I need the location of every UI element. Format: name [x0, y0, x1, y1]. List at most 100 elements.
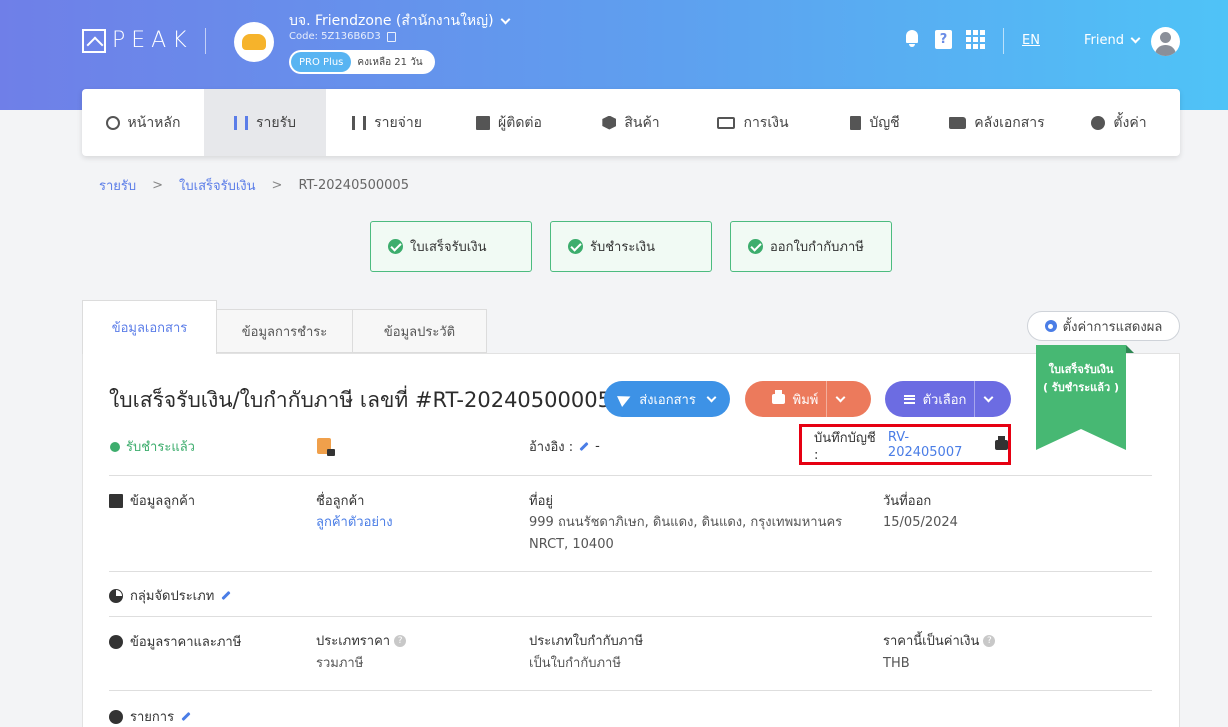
items-section-heading: รายการ: [109, 706, 191, 727]
user-menu[interactable]: Friend: [1084, 33, 1141, 48]
send-document-button[interactable]: ส่งเอกสาร: [604, 381, 730, 417]
nav-item-expense[interactable]: รายจ่าย: [326, 89, 448, 156]
divider: [109, 571, 1152, 572]
lock-icon[interactable]: [317, 438, 335, 456]
chevron-down-icon: [1130, 33, 1141, 44]
user-name: Friend: [1084, 33, 1124, 48]
items-heading: รายการ: [130, 710, 175, 725]
help-icon[interactable]: ?: [394, 634, 407, 647]
apps-grid-icon[interactable]: [966, 30, 985, 49]
nav-item-contacts[interactable]: ผู้ติดต่อ: [448, 89, 570, 156]
nav-item-documents[interactable]: คลังเอกสาร: [936, 89, 1058, 156]
company-selector[interactable]: บจ. Friendzone (สำนักงานใหญ่): [289, 10, 510, 32]
breadcrumb-separator: >: [152, 178, 164, 193]
nav-item-income[interactable]: รายรับ: [204, 89, 326, 156]
nav-label: ผู้ติดต่อ: [498, 114, 542, 131]
options-dropdown[interactable]: [974, 381, 994, 417]
customer-name-label: ชื่อลูกค้า: [316, 494, 365, 509]
record-link[interactable]: RV-202405007: [888, 430, 983, 460]
print-button[interactable]: พิมพ์: [745, 381, 871, 417]
divider: [109, 475, 1152, 476]
folder-icon: [949, 116, 967, 129]
nav-item-dashboard[interactable]: หน้าหลัก: [82, 89, 204, 156]
step-receipt[interactable]: ใบเสร็จรับเงิน: [370, 221, 532, 272]
tax-invoice-label: ประเภทใบกำกับภาษี: [529, 634, 644, 649]
breadcrumb-receipts[interactable]: ใบเสร็จรับเงิน: [179, 175, 256, 196]
print-icon[interactable]: [995, 435, 1008, 450]
print-label: พิมพ์: [792, 392, 819, 408]
plan-pill[interactable]: PRO Plus คงเหลือ 21 วัน: [289, 50, 435, 74]
print-dropdown[interactable]: [826, 381, 846, 417]
peak-logo[interactable]: PEAK: [82, 28, 193, 53]
print-icon: [771, 390, 785, 404]
building-icon: [109, 493, 123, 508]
tab-payment-info[interactable]: ข้อมูลการชำระ: [216, 309, 353, 353]
bell-icon[interactable]: [904, 30, 920, 48]
company-code-text: Code: 5Z136B6D3: [289, 31, 381, 42]
menu-icon: [903, 394, 915, 404]
options-button[interactable]: ตัวเลือก: [885, 381, 1011, 417]
income-icon: [234, 115, 248, 130]
page-title: ใบเสร็จรับเงิน/ใบกำกับภาษี เลขที่ #RT-20…: [109, 388, 611, 412]
plan-remaining: คงเหลือ 21 วัน: [357, 56, 423, 68]
check-circle-icon: [568, 239, 583, 254]
edit-pencil-icon[interactable]: [221, 590, 231, 601]
check-circle-icon: [388, 239, 403, 254]
book-icon: [850, 115, 862, 130]
edit-pencil-icon[interactable]: [579, 441, 589, 452]
address-line2: NRCT, 10400: [529, 537, 614, 552]
nav-item-settings[interactable]: ตั้งค่า: [1058, 89, 1180, 156]
language-switch[interactable]: EN: [1022, 33, 1040, 48]
address-line1: 999 ถนนรัชดาภิเษก, ดินแดง, ดินแดง, กรุงเ…: [529, 515, 843, 530]
step-payment[interactable]: รับชำระเงิน: [550, 221, 712, 272]
step-tax-invoice[interactable]: ออกใบกำกับภาษี: [730, 221, 892, 272]
edit-pencil-icon[interactable]: [181, 711, 191, 722]
issue-date-value: 15/05/2024: [883, 515, 958, 530]
record-label: บันทึกบัญชี :: [814, 430, 876, 463]
breadcrumb-current: RT-20240500005: [298, 178, 409, 193]
check-circle-icon: [748, 239, 763, 254]
list-icon: [109, 709, 123, 724]
product-icon: [602, 115, 617, 130]
group-section-heading: กลุ่มจัดประเภท: [109, 585, 231, 606]
avatar[interactable]: [1151, 27, 1180, 56]
chevron-down-icon: [983, 392, 994, 402]
chevron-down-icon: [706, 392, 717, 402]
price-heading: ข้อมูลราคาและภาษี: [130, 635, 242, 650]
customer-name-link[interactable]: ลูกค้าตัวอย่าง: [316, 512, 393, 534]
header-divider: [205, 28, 206, 54]
company-logo[interactable]: [234, 22, 274, 62]
currency-label-text: ราคานี้เป็นค่าเงิน: [883, 634, 980, 649]
copy-icon[interactable]: [386, 31, 396, 42]
help-icon[interactable]: ?: [983, 634, 996, 647]
currency-value: THB: [883, 656, 910, 671]
display-settings-button[interactable]: ตั้งค่าการแสดงผล: [1027, 311, 1180, 341]
options-label: ตัวเลือก: [922, 392, 967, 408]
reference-value: -: [595, 439, 600, 454]
status-text: รับชำระแล้ว: [126, 440, 195, 455]
display-settings-label: ตั้งค่าการแสดงผล: [1062, 319, 1163, 335]
help-icon[interactable]: ?: [935, 30, 952, 49]
breadcrumb-separator: >: [271, 178, 283, 193]
price-type-value: รวมภาษี: [316, 656, 364, 671]
tab-document-info[interactable]: ข้อมูลเอกสาร: [82, 300, 217, 354]
expense-icon: [352, 115, 367, 130]
nav-item-finance[interactable]: การเงิน: [692, 89, 814, 156]
breadcrumb-income[interactable]: รายรับ: [99, 175, 136, 196]
nav-item-products[interactable]: สินค้า: [570, 89, 692, 156]
ribbon-line1: ใบเสร็จรับเงิน: [1048, 363, 1114, 376]
tab-history[interactable]: ข้อมูลประวัติ: [352, 309, 487, 353]
price-type-label: ประเภทราคา ?: [316, 630, 407, 651]
nav-item-accounting[interactable]: บัญชี: [814, 89, 936, 156]
step-label: ใบเสร็จรับเงิน: [410, 240, 487, 255]
nav-label: รายรับ: [256, 114, 296, 131]
step-label: ออกใบกำกับภาษี: [770, 240, 864, 255]
company-logo-icon: [242, 34, 266, 50]
step-label: รับชำระเงิน: [590, 240, 655, 255]
company-code: Code: 5Z136B6D3: [289, 31, 396, 42]
breadcrumb: รายรับ > ใบเสร็จรับเงิน > RT-20240500005: [99, 175, 409, 196]
nav-label: หน้าหลัก: [127, 114, 181, 131]
chevron-down-icon: [500, 14, 510, 24]
nav-label: สินค้า: [624, 114, 660, 131]
reference: อ้างอิง : -: [529, 436, 600, 457]
